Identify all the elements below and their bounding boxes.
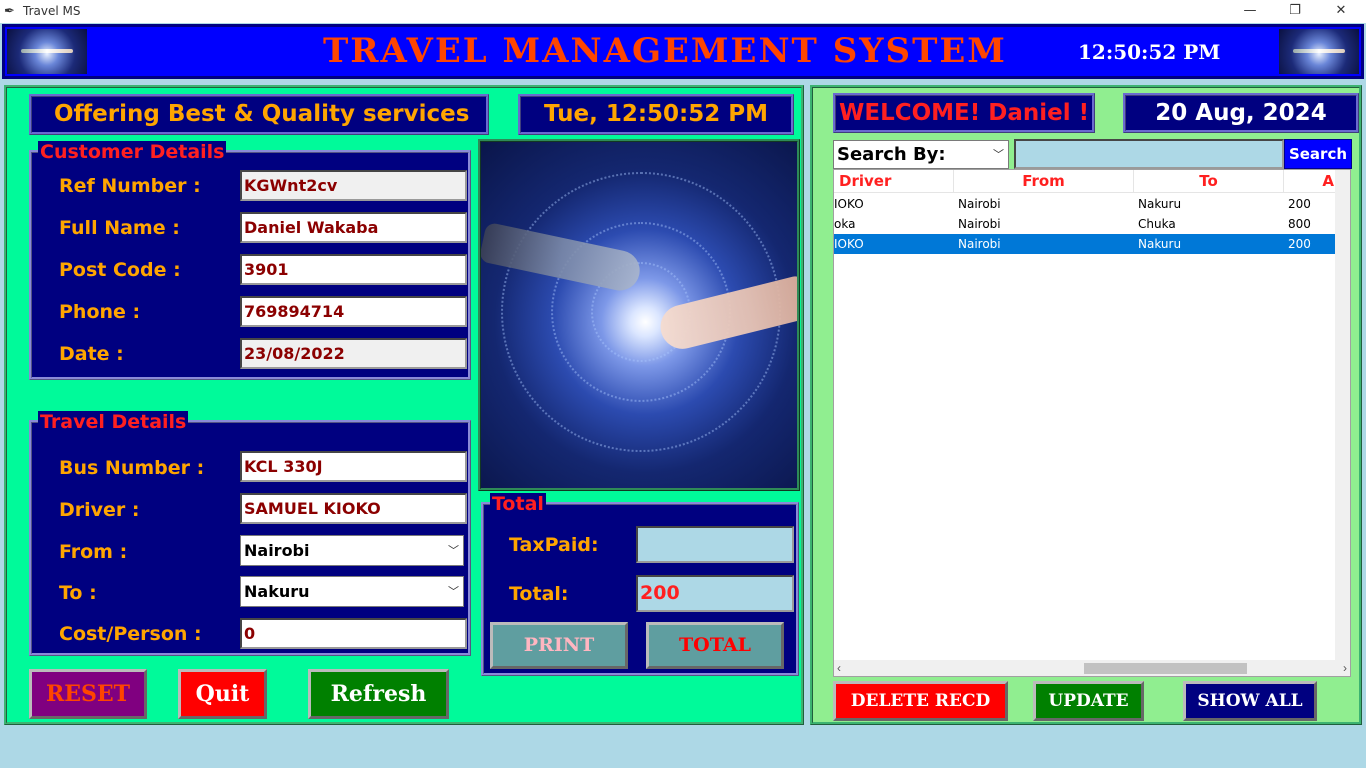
from-label: From : [59, 541, 128, 563]
post-code-field[interactable]: 3901 [240, 254, 467, 285]
cost-per-person-field[interactable]: 0 [240, 618, 467, 649]
total-field[interactable]: 200 [636, 575, 794, 612]
chevron-down-icon[interactable]: ﹀ [448, 536, 459, 565]
robot-human-hand-image [478, 139, 800, 491]
app-header: TRAVEL MANAGEMENT SYSTEM 12:50:52 PM [2, 24, 1364, 79]
date-label: Date : [59, 343, 124, 365]
table-row[interactable]: IOKO Nairobi Nakuru 200 [834, 194, 1336, 214]
phone-label: Phone : [59, 301, 141, 323]
from-select-value: Nairobi [244, 541, 310, 560]
tax-paid-label: TaxPaid: [509, 534, 599, 556]
cell-from: Nairobi [958, 237, 1001, 251]
vertical-scrollbar[interactable] [1335, 170, 1350, 661]
ref-number-field[interactable]: KGWnt2cv [240, 170, 467, 201]
scroll-thumb[interactable] [1084, 663, 1247, 674]
bus-number-label: Bus Number : [59, 457, 205, 479]
close-button[interactable]: ✕ [1318, 0, 1364, 23]
chevron-down-icon[interactable]: ﹀ [448, 577, 459, 606]
header-logo-left [7, 29, 87, 74]
cell-amount: 200 [1288, 197, 1311, 211]
feather-icon: ✒ [4, 3, 15, 18]
chevron-down-icon[interactable]: ﹀ [993, 141, 1004, 168]
to-label: To : [59, 582, 97, 604]
full-name-field[interactable]: Daniel Wakaba [240, 212, 467, 243]
column-header-driver[interactable]: Driver [834, 170, 954, 193]
app-title: TRAVEL MANAGEMENT SYSTEM [323, 31, 1007, 71]
show-all-button[interactable]: SHOW ALL [1183, 681, 1317, 721]
tax-paid-field[interactable] [636, 526, 794, 563]
search-by-value: Search By: [837, 144, 946, 165]
welcome-message: WELCOME! Daniel ! [833, 93, 1095, 133]
header-clock: 12:50:52 PM [1078, 40, 1221, 64]
total-frame: Total TaxPaid: Total: 200 PRINT TOTAL [481, 493, 799, 676]
table-header: Driver From To A [834, 170, 1350, 193]
horizontal-scrollbar[interactable]: ‹ › [834, 660, 1350, 676]
to-select-value: Nakuru [244, 582, 310, 601]
window-titlebar: ✒ Travel MS — ❐ ✕ [0, 0, 1366, 23]
cell-from: Nairobi [958, 197, 1001, 211]
cost-per-person-label: Cost/Person : [59, 623, 202, 645]
phone-field[interactable]: 769894714 [240, 296, 467, 327]
print-button[interactable]: PRINT [490, 622, 628, 669]
window-title: Travel MS [23, 4, 81, 18]
tagline: Offering Best & Quality services [29, 94, 489, 135]
driver-label: Driver : [59, 499, 140, 521]
restore-button[interactable]: ❐ [1272, 0, 1318, 23]
cell-to: Nakuru [1138, 197, 1182, 211]
scroll-left-icon[interactable]: ‹ [837, 660, 841, 676]
column-header-from[interactable]: From [954, 170, 1134, 193]
date-time-display: Tue, 12:50:52 PM [518, 94, 794, 135]
bus-number-field[interactable]: KCL 330J [240, 451, 467, 482]
refresh-button[interactable]: Refresh [308, 669, 449, 719]
cell-amount: 800 [1288, 217, 1311, 231]
cell-driver: IOKO [834, 237, 864, 251]
post-code-label: Post Code : [59, 259, 181, 281]
cell-from: Nairobi [958, 217, 1001, 231]
customer-details-frame: Customer Details Ref Number : KGWnt2cv F… [29, 141, 471, 380]
cell-driver: oka [834, 217, 856, 231]
customer-details-legend: Customer Details [38, 141, 227, 163]
cell-to: Chuka [1138, 217, 1176, 231]
total-legend: Total [490, 493, 546, 515]
from-select[interactable]: Nairobi ﹀ [240, 535, 464, 566]
current-date: 20 Aug, 2024 [1123, 93, 1359, 133]
cell-driver: IOKO [834, 197, 864, 211]
reset-button[interactable]: RESET [29, 669, 147, 719]
search-by-select[interactable]: Search By: ﹀ [833, 140, 1009, 169]
driver-field[interactable]: SAMUEL KIOKO [240, 493, 467, 524]
table-row[interactable]: IOKO Nairobi Nakuru 200 [834, 234, 1336, 254]
travel-details-legend: Travel Details [38, 411, 189, 433]
records-table[interactable]: Driver From To A IOKO Nairobi Nakuru 200 oka… [833, 169, 1351, 677]
total-button[interactable]: TOTAL [646, 622, 784, 669]
cell-to: Nakuru [1138, 237, 1182, 251]
column-header-to[interactable]: To [1134, 170, 1284, 193]
column-header-amount[interactable]: A [1284, 170, 1336, 193]
total-label: Total: [509, 583, 569, 605]
travel-details-frame: Travel Details Bus Number : KCL 330J Dri… [29, 411, 471, 656]
minimize-button[interactable]: — [1227, 0, 1273, 23]
search-button[interactable]: Search [1284, 139, 1352, 169]
header-logo-right [1279, 29, 1359, 74]
left-panel: Offering Best & Quality services Tue, 12… [4, 85, 804, 725]
quit-button[interactable]: Quit [178, 669, 267, 719]
date-field[interactable]: 23/08/2022 [240, 338, 467, 369]
table-row[interactable]: oka Nairobi Chuka 800 [834, 214, 1336, 234]
scroll-right-icon[interactable]: › [1343, 660, 1347, 676]
delete-record-button[interactable]: DELETE RECD [833, 681, 1008, 721]
search-input[interactable] [1014, 139, 1284, 169]
ref-number-label: Ref Number : [59, 175, 201, 197]
full-name-label: Full Name : [59, 217, 180, 239]
to-select[interactable]: Nakuru ﹀ [240, 576, 464, 607]
update-button[interactable]: UPDATE [1033, 681, 1144, 721]
cell-amount: 200 [1288, 237, 1311, 251]
